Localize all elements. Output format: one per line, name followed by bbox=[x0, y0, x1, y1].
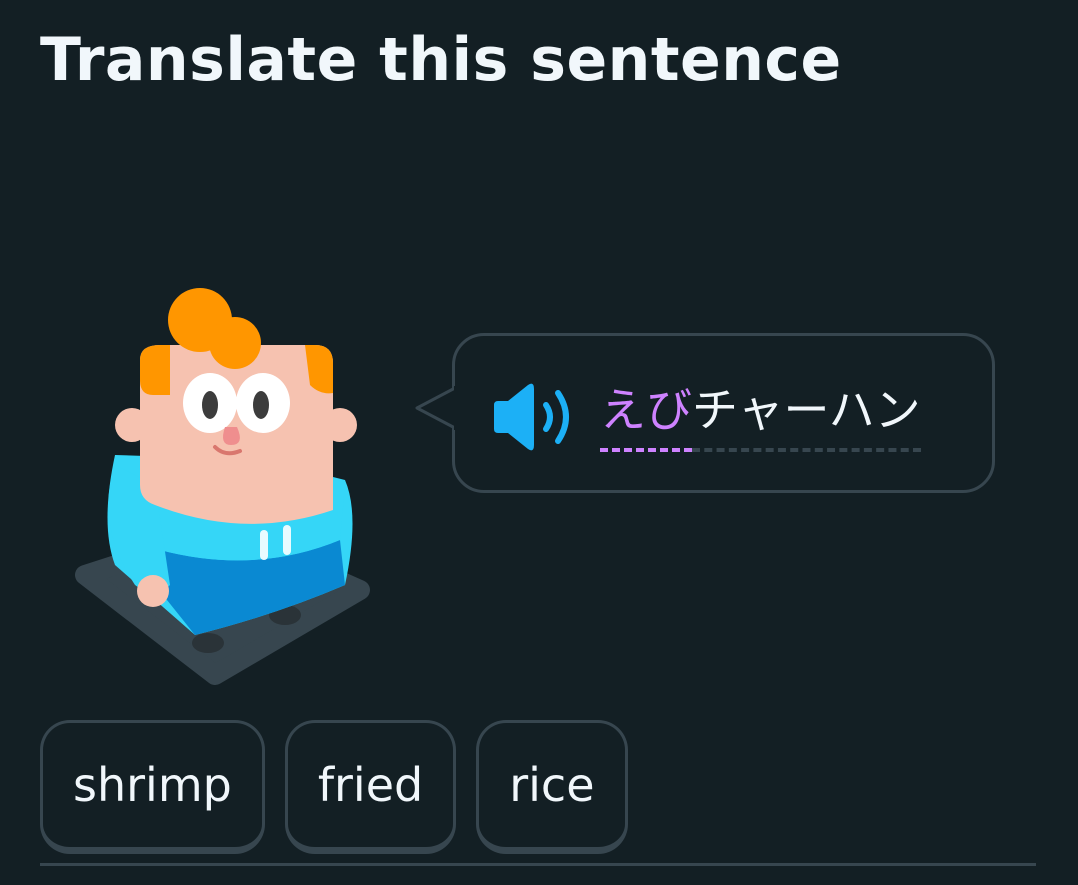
word-chip-fried[interactable]: fried bbox=[284, 720, 457, 854]
mascot-character bbox=[75, 288, 370, 685]
word-chip-label: rice bbox=[509, 758, 595, 812]
word-chip-shrimp[interactable]: shrimp bbox=[40, 720, 265, 854]
answer-line-divider bbox=[40, 863, 1036, 866]
prompt-sentence: えび チャーハン bbox=[600, 372, 921, 452]
sentence-token[interactable]: えび bbox=[600, 372, 692, 452]
word-bank: shrimp fried rice bbox=[40, 720, 628, 854]
speaker-icon[interactable] bbox=[490, 381, 580, 453]
sentence-token[interactable]: チャーハン bbox=[692, 372, 921, 452]
speech-bubble-tail bbox=[415, 386, 459, 430]
page-title: Translate this sentence bbox=[40, 25, 842, 95]
word-chip-rice[interactable]: rice bbox=[476, 720, 628, 854]
word-chip-label: fried bbox=[317, 758, 424, 812]
word-chip-label: shrimp bbox=[73, 758, 232, 812]
